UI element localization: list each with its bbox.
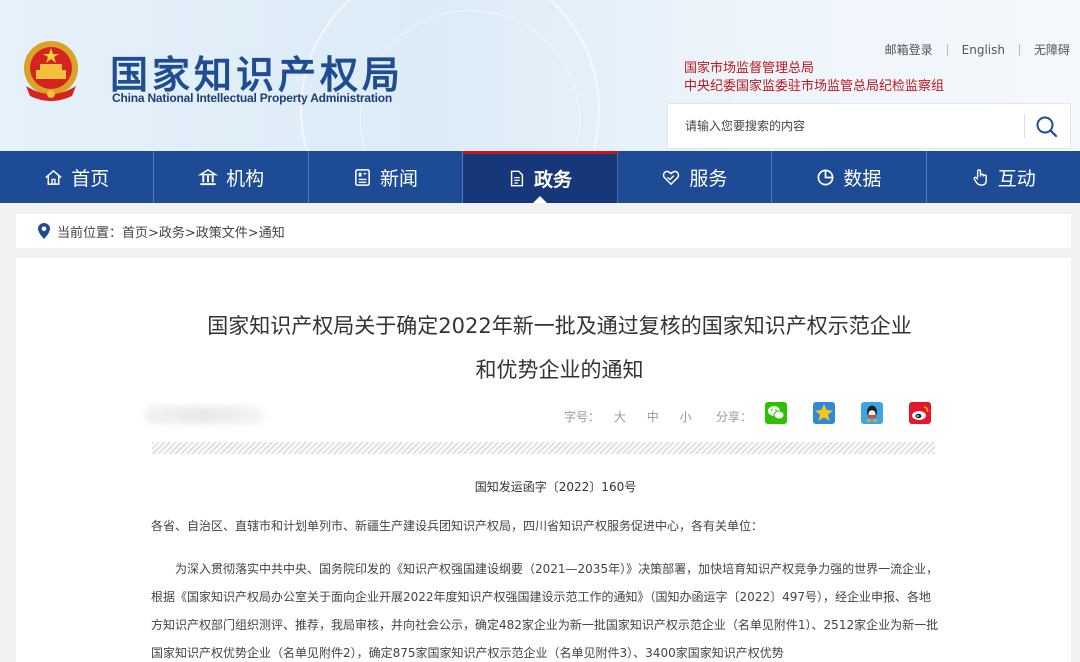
institution-icon <box>198 168 219 185</box>
nav-label: 首页 <box>71 167 110 190</box>
search-icon[interactable] <box>1034 114 1060 140</box>
nav-label: 机构 <box>226 167 265 190</box>
hatched-divider <box>152 442 935 454</box>
related-orgs: 国家市场监督管理总局 中央纪委国家监委驻市场监管总局纪检监察组 <box>684 60 944 96</box>
location-pin-icon <box>38 223 50 239</box>
search-box <box>667 103 1071 149</box>
qzone-icon[interactable] <box>813 402 835 424</box>
search-divider <box>1024 114 1025 138</box>
national-emblem-icon[interactable] <box>20 38 82 104</box>
article-title-line1: 国家知识产权局关于确定2022年新一批及通过复核的国家知识产权示范企业 <box>207 314 912 338</box>
qq-icon[interactable] <box>861 402 883 424</box>
document-icon <box>510 170 524 187</box>
org-link-samr[interactable]: 国家市场监督管理总局 <box>684 60 944 78</box>
article-meta: 字号： 大 中 小 分享： <box>16 400 1071 430</box>
weibo-icon[interactable] <box>909 402 931 424</box>
breadcrumb-path[interactable]: 首页>政务>政策文件>通知 <box>122 222 285 241</box>
nav-label: 服务 <box>689 167 728 190</box>
site-header: 国家知识产权局 China National Intellectual Prop… <box>0 0 1080 151</box>
site-logo-subtitle[interactable]: China National Intellectual Property Adm… <box>112 91 392 105</box>
interaction-icon <box>973 168 987 186</box>
font-size-small-button[interactable]: 小 <box>680 410 692 424</box>
font-size-label: 字号： <box>564 410 601 424</box>
nav-interaction[interactable]: 互动 <box>927 151 1080 203</box>
font-size-large-button[interactable]: 大 <box>614 410 626 424</box>
article-title: 国家知识产权局关于确定2022年新一批及通过复核的国家知识产权示范企业 和优势企… <box>16 304 1080 392</box>
nav-label: 数据 <box>843 167 882 190</box>
nav-data[interactable]: 数据 <box>772 151 927 203</box>
blurred-source-info <box>144 406 264 424</box>
nav-institution[interactable]: 机构 <box>154 151 309 203</box>
article-body-paragraph: 为深入贯彻落实中共中央、国务院印发的《知识产权强国建设纲要（2021—2035年… <box>151 562 939 660</box>
top-links: 邮箱登录 English 无障碍 <box>871 41 1070 58</box>
nav-government-affairs[interactable]: 政务 <box>463 151 618 203</box>
accessibility-link[interactable]: 无障碍 <box>1020 41 1070 58</box>
nav-news[interactable]: 新闻 <box>309 151 464 203</box>
data-icon <box>817 169 834 185</box>
breadcrumb-prefix: 当前位置： <box>57 225 123 241</box>
service-icon <box>663 170 680 185</box>
wechat-icon[interactable] <box>765 402 787 424</box>
home-icon <box>45 169 62 185</box>
main-nav: 首页 机构 新闻 政务 服务 数据 互动 <box>0 151 1080 203</box>
font-size-controls: 字号： 大 中 小 <box>564 408 709 425</box>
org-link-discipline[interactable]: 中央纪委国家监委驻市场监管总局纪检监察组 <box>684 78 944 96</box>
article-salutation: 各省、自治区、直辖市和计划单列市、新疆生产建设兵团知识产权局，四川省知识产权服务… <box>151 519 764 533</box>
search-input[interactable] <box>668 104 1023 148</box>
nav-label: 新闻 <box>380 167 419 190</box>
mail-login-link[interactable]: 邮箱登录 <box>871 41 947 58</box>
breadcrumb: 当前位置： 首页>政务>政策文件>通知 <box>16 214 1071 248</box>
document-number: 国知发运函字〔2022〕160号 <box>474 480 637 494</box>
share-label: 分享： <box>716 410 753 424</box>
nav-home[interactable]: 首页 <box>0 151 155 203</box>
article-container: 国家知识产权局关于确定2022年新一批及通过复核的国家知识产权示范企业 和优势企… <box>16 258 1071 662</box>
nav-label: 政务 <box>533 169 572 191</box>
news-icon <box>355 168 370 186</box>
article-title-line2: 和优势企业的通知 <box>475 358 644 382</box>
font-size-medium-button[interactable]: 中 <box>647 410 659 424</box>
nav-service[interactable]: 服务 <box>618 151 773 203</box>
nav-label: 互动 <box>997 167 1036 190</box>
english-link[interactable]: English <box>948 43 1019 57</box>
